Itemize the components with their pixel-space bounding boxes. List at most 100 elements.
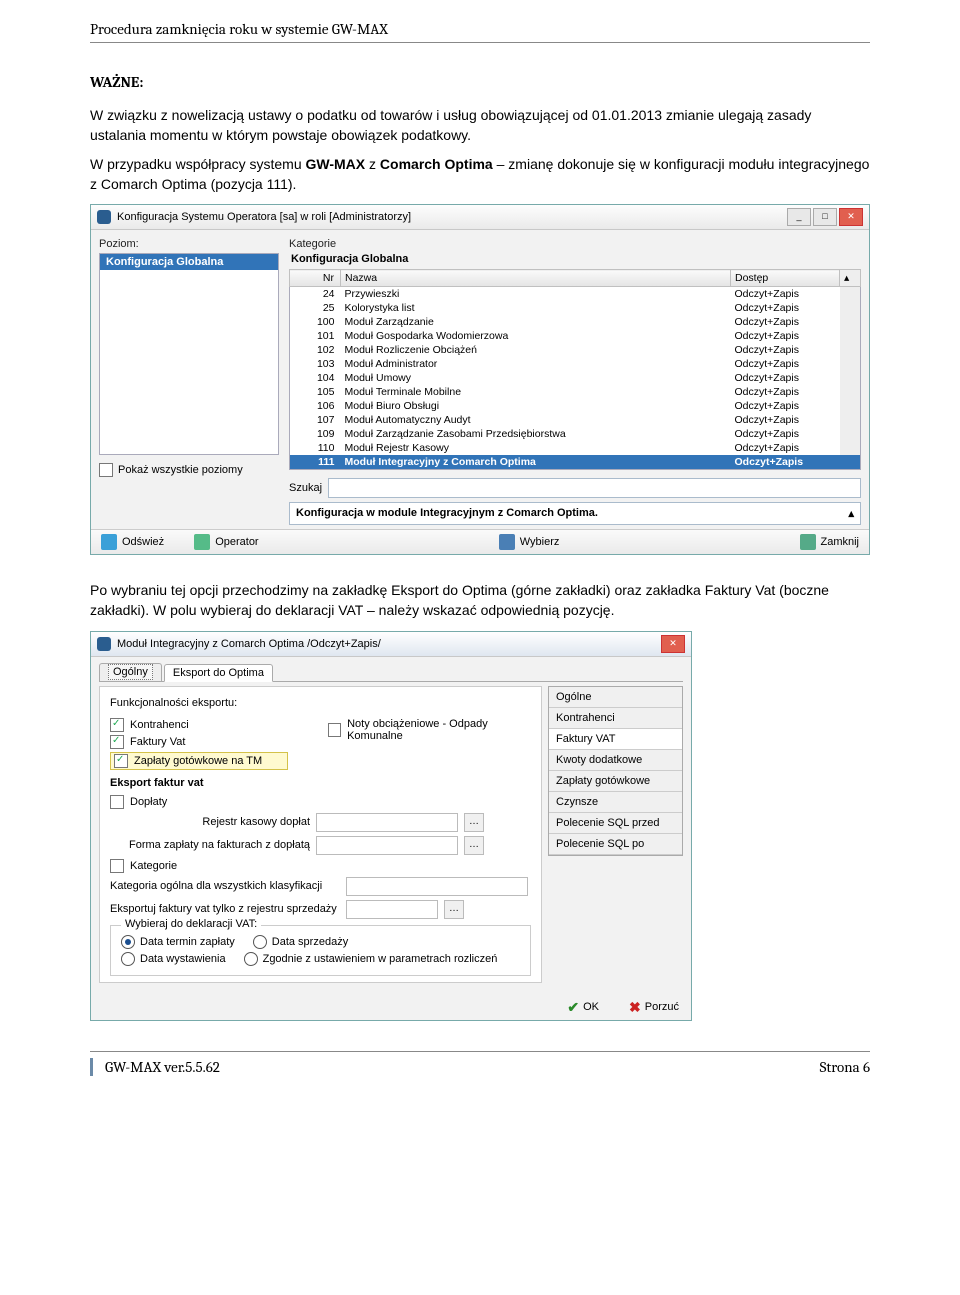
cell-dostep: Odczyt+Zapis (731, 329, 840, 343)
radio-zgodnie-z-ustawieniem[interactable]: Zgodnie z ustawieniem w parametrach rozl… (244, 952, 498, 966)
rejestr-sprzedazy-input[interactable] (346, 900, 438, 919)
cell-nazwa: Przywieszki (341, 287, 731, 302)
table-row[interactable]: 111Moduł Integracyjny z Comarch OptimaOd… (290, 455, 861, 470)
sidetab-faktury-vat[interactable]: Faktury VAT (549, 729, 682, 750)
checkbox-icon (110, 859, 124, 873)
ok-button[interactable]: ✔OK (567, 999, 599, 1016)
pick-label: Wybierz (520, 536, 560, 548)
cb-zaplaty-gotowkowe-tm[interactable]: Zapłaty gotówkowe na TM (110, 752, 288, 770)
important-label: WAŻNE: (90, 73, 870, 91)
refresh-label: Odśwież (122, 536, 164, 548)
table-row[interactable]: 102Moduł Rozliczenie ObciążeńOdczyt+Zapi… (290, 343, 861, 357)
footer-page: Strona 6 (820, 1058, 870, 1076)
sidetab-zapłaty-gotówkowe[interactable]: Zapłaty gotówkowe (549, 771, 682, 792)
table-row[interactable]: 100Moduł ZarządzanieOdczyt+Zapis (290, 315, 861, 329)
pick-button[interactable]: Wybierz (499, 534, 560, 550)
scroll-up-icon[interactable]: ▴ (848, 507, 854, 520)
cell-dostep: Odczyt+Zapis (731, 441, 840, 455)
checkbox-icon (110, 795, 124, 809)
cell-dostep: Odczyt+Zapis (731, 427, 840, 441)
cb-noty-obciazeniowe[interactable]: Noty obciążeniowe - Odpady Komunalne (328, 718, 531, 742)
sidetab-kwoty-dodatkowe[interactable]: Kwoty dodatkowe (549, 750, 682, 771)
cancel-label: Porzuć (645, 1001, 679, 1013)
cb-faktury-vat[interactable]: Faktury Vat (110, 735, 288, 749)
close-window-button[interactable]: Zamknij (800, 534, 860, 550)
maximize-button[interactable]: □ (813, 208, 837, 226)
cell-nr: 101 (290, 329, 341, 343)
table-row[interactable]: 110Moduł Rejestr KasowyOdczyt+Zapis (290, 441, 861, 455)
table-row[interactable]: 25Kolorystyka listOdczyt+Zapis (290, 301, 861, 315)
table-row[interactable]: 104Moduł UmowyOdczyt+Zapis (290, 371, 861, 385)
p1b-bold1: GW-MAX (306, 156, 366, 172)
cell-dostep: Odczyt+Zapis (731, 287, 840, 302)
col-nazwa[interactable]: Nazwa (341, 270, 731, 287)
rejestr-input[interactable] (316, 813, 458, 832)
close-button[interactable]: ✕ (839, 208, 863, 226)
cb-kategorie[interactable]: Kategorie (110, 859, 531, 873)
footer-rule (90, 1051, 870, 1052)
refresh-button[interactable]: Odśwież (101, 534, 164, 550)
table-row[interactable]: 103Moduł AdministratorOdczyt+Zapis (290, 357, 861, 371)
sidetab-kontrahenci[interactable]: Kontrahenci (549, 708, 682, 729)
config-description: Konfiguracja w module Integracyjnym z Co… (296, 507, 598, 520)
cell-nr: 111 (290, 455, 341, 470)
table-row[interactable]: 106Moduł Biuro ObsługiOdczyt+Zapis (290, 399, 861, 413)
cell-nr: 110 (290, 441, 341, 455)
cell-nr: 106 (290, 399, 341, 413)
cell-scroll (840, 455, 861, 470)
cell-nr: 25 (290, 301, 341, 315)
cancel-button[interactable]: ✖Porzuć (629, 999, 679, 1016)
cell-dostep: Odczyt+Zapis (731, 343, 840, 357)
export-faktur-title: Eksport faktur vat (110, 777, 531, 789)
checkbox-icon (114, 754, 128, 768)
picker-button[interactable]: … (444, 900, 464, 919)
sidetab-polecenie-sql-przed[interactable]: Polecenie SQL przed (549, 813, 682, 834)
tab-ogólny[interactable]: Ogólny (99, 663, 162, 681)
check-icon: ✔ (567, 999, 579, 1016)
table-row[interactable]: 24PrzywieszkiOdczyt+Zapis (290, 287, 861, 302)
table-row[interactable]: 107Moduł Automatyczny AudytOdczyt+Zapis (290, 413, 861, 427)
sidetab-czynsze[interactable]: Czynsze (549, 792, 682, 813)
cb-kontrahenci[interactable]: Kontrahenci (110, 718, 288, 732)
radio-data-wystawienia[interactable]: Data wystawienia (121, 952, 226, 966)
checkbox-icon (99, 463, 113, 477)
radio-data-termin-zaplaty[interactable]: Data termin zapłaty (121, 935, 235, 949)
integration-title: Moduł Integracyjny z Comarch Optima /Odc… (117, 638, 381, 650)
kategoria-input[interactable] (346, 877, 528, 896)
forma-input[interactable] (316, 836, 458, 855)
radio-data-sprzedazy[interactable]: Data sprzedaży (253, 935, 348, 949)
col-nr[interactable]: Nr (290, 270, 341, 287)
table-row[interactable]: 105Moduł Terminale MobilneOdczyt+Zapis (290, 385, 861, 399)
sidetab-polecenie-sql-po[interactable]: Polecenie SQL po (549, 834, 682, 855)
picker-button[interactable]: … (464, 813, 484, 832)
table-row[interactable]: 109Moduł Zarządzanie Zasobami Przedsiębi… (290, 427, 861, 441)
operator-button[interactable]: Operator (194, 534, 258, 550)
cell-scroll (840, 343, 861, 357)
checkbox-icon (328, 723, 341, 737)
show-all-levels-checkbox[interactable]: Pokaż wszystkie poziomy (99, 463, 279, 477)
cell-scroll (840, 441, 861, 455)
radio-icon (121, 952, 135, 966)
cb-label: Kategorie (130, 860, 177, 872)
close-button[interactable]: ✕ (661, 635, 685, 653)
scroll-up-icon[interactable]: ▴ (840, 270, 861, 287)
minimize-button[interactable]: _ (787, 208, 811, 226)
col-dostep[interactable]: Dostęp (731, 270, 840, 287)
level-listbox[interactable]: Konfiguracja Globalna (99, 253, 279, 455)
table-row[interactable]: 101Moduł Gospodarka WodomierzowaOdczyt+Z… (290, 329, 861, 343)
close-icon (800, 534, 816, 550)
search-input[interactable] (328, 478, 861, 498)
cell-nazwa: Kolorystyka list (341, 301, 731, 315)
level-selected-item[interactable]: Konfiguracja Globalna (100, 254, 278, 270)
tab-eksport-do-optima[interactable]: Eksport do Optima (164, 664, 273, 682)
config-grid[interactable]: Nr Nazwa Dostęp ▴ 24PrzywieszkiOdczyt+Za… (289, 269, 861, 470)
cell-nazwa: Moduł Biuro Obsługi (341, 399, 731, 413)
cell-nr: 105 (290, 385, 341, 399)
paragraph-1a: W związku z nowelizacją ustawy o podatku… (90, 105, 870, 146)
sidetab-ogólne[interactable]: Ogólne (549, 687, 682, 708)
picker-button[interactable]: … (464, 836, 484, 855)
operator-label: Operator (215, 536, 258, 548)
radio-icon (253, 935, 267, 949)
cb-doplaty[interactable]: Dopłaty (110, 795, 531, 809)
radio-icon (121, 935, 135, 949)
